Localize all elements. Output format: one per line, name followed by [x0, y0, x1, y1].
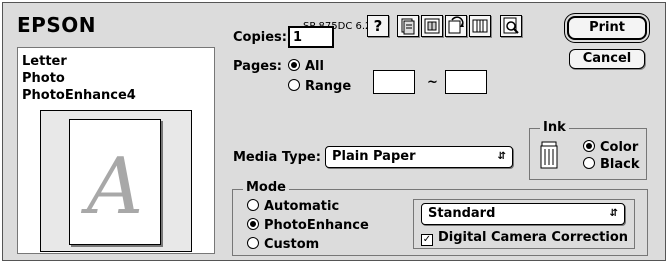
brand-logo: EPSON [17, 13, 96, 37]
enhance-setting-select[interactable]: Standard ⇵ [421, 203, 625, 225]
enhance-setting-value: Standard [428, 206, 496, 221]
pages-label: Pages: [233, 59, 283, 74]
mode-photoenhance-option[interactable]: PhotoEnhance [247, 218, 369, 233]
mode-custom-radio[interactable] [247, 237, 259, 249]
popup-arrows-icon: ⇵ [497, 151, 506, 162]
preview-paper: A [69, 119, 161, 245]
utility-icon[interactable] [469, 15, 491, 37]
ink-color-option[interactable]: Color [583, 140, 638, 155]
media-type-label: Media Type: [233, 150, 321, 165]
preview-icon[interactable] [500, 15, 522, 37]
ink-color-radio[interactable] [583, 140, 595, 152]
digital-camera-checkbox[interactable]: ✓ [421, 234, 433, 246]
mode-custom-label: Custom [264, 237, 320, 252]
ink-black-label: Black [600, 157, 640, 172]
range-to-input[interactable] [445, 70, 487, 94]
range-separator: ~ [427, 75, 438, 90]
pages-range-radio[interactable] [288, 79, 300, 91]
digital-camera-label: Digital Camera Correction [438, 230, 629, 245]
ink-black-option[interactable]: Black [583, 157, 640, 172]
ink-color-label: Color [600, 140, 639, 155]
mode-title: Mode [243, 180, 289, 195]
page-preview: A [40, 110, 192, 252]
pages-range-label: Range [305, 79, 352, 94]
summary-mode: PhotoEnhance4 [22, 88, 136, 103]
mode-automatic-option[interactable]: Automatic [247, 199, 339, 214]
pages-all-radio[interactable] [288, 59, 300, 71]
preview-letter: A [86, 142, 144, 232]
mode-custom-option[interactable]: Custom [247, 237, 319, 252]
copies-input[interactable]: 1 [288, 26, 334, 48]
cancel-button[interactable]: Cancel [569, 49, 645, 69]
copies-label: Copies: [233, 30, 287, 45]
print-dialog: EPSON SP 875DC 6.20E ? Print Cancel Lett… [2, 2, 666, 261]
help-button[interactable]: ? [367, 15, 389, 37]
media-type-select[interactable]: Plain Paper ⇵ [325, 146, 513, 168]
layout-icon[interactable] [421, 15, 443, 37]
media-type-value: Plain Paper [332, 149, 416, 164]
pages-range-option[interactable]: Range [288, 79, 351, 94]
summary-media: Photo [22, 71, 65, 86]
pages-all-label: All [305, 59, 324, 74]
ink-title: Ink [540, 120, 569, 135]
settings-summary-panel: Letter Photo PhotoEnhance4 A [17, 47, 215, 254]
pages-all-option[interactable]: All [288, 59, 324, 74]
mode-automatic-radio[interactable] [247, 199, 259, 211]
ink-cartridge-icon [539, 140, 559, 174]
digital-camera-correction-option[interactable]: ✓ Digital Camera Correction [421, 230, 628, 246]
mode-photoenhance-label: PhotoEnhance [264, 218, 369, 233]
page-setup-icon[interactable] [397, 15, 419, 37]
background-icon[interactable] [445, 15, 467, 37]
range-from-input[interactable] [373, 70, 415, 94]
summary-paper-size: Letter [22, 54, 67, 69]
mode-photoenhance-radio[interactable] [247, 218, 259, 230]
popup-arrows-icon: ⇵ [609, 208, 618, 219]
ink-black-radio[interactable] [583, 157, 595, 169]
print-button[interactable]: Print [567, 16, 647, 40]
mode-automatic-label: Automatic [264, 199, 340, 214]
